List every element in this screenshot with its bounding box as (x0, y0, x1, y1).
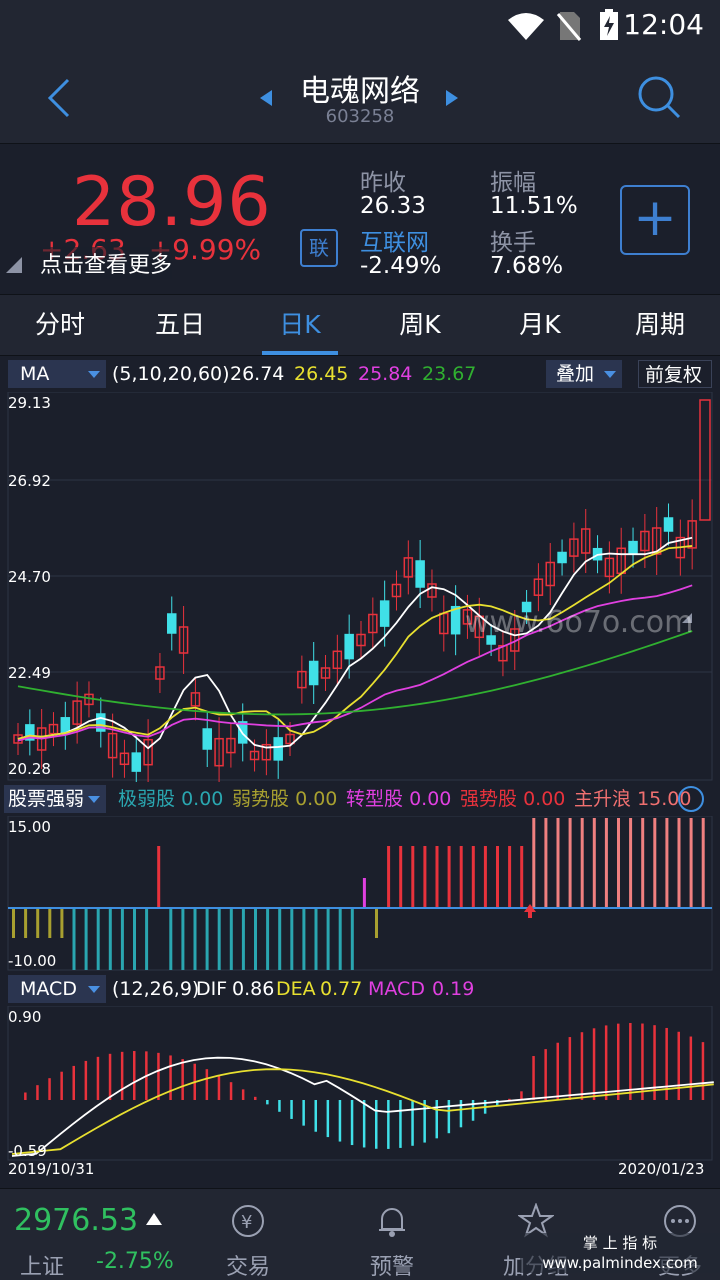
tab-period[interactable]: 周期 (600, 295, 720, 355)
no-sim-icon (556, 12, 582, 41)
strength-item-weak: 弱势股 0.00 (232, 788, 338, 810)
end-date: 2020/01/23 (618, 1160, 705, 1178)
ma20-value: 25.84 (358, 363, 413, 385)
tab-five-day[interactable]: 五日 (120, 295, 240, 355)
ma-params: (5,10,20,60) (112, 363, 230, 385)
macd-selector[interactable]: MACD (8, 975, 106, 1003)
period-tabs: 分时 五日 日K 周K 月K 周期 (0, 294, 720, 623)
amplitude-label: 振幅 (490, 170, 536, 196)
strength-selector-label: 股票强弱 (8, 788, 85, 810)
search-icon[interactable] (636, 74, 682, 120)
strength-item-transition: 转型股 0.00 (346, 788, 452, 810)
index-value[interactable]: 2976.53 (14, 1203, 138, 1238)
macd-label: MACD (368, 978, 425, 1000)
macd-chart[interactable] (0, 1006, 720, 1182)
index-change: -2.75% (96, 1249, 174, 1274)
ma-selector[interactable]: MA (8, 360, 106, 388)
start-date: 2019/10/31 (8, 1160, 95, 1178)
bell-icon (379, 1208, 405, 1237)
price-axis-3: 24.70 (8, 568, 51, 586)
status-bar: 12:04 (0, 0, 720, 52)
last-price: 28.96 (72, 163, 272, 242)
quote-panel[interactable]: 28.96 +2.63 +9.99% 点击查看更多 联 昨收 26.33 互联网… (0, 145, 720, 293)
tab-monthly-k[interactable]: 月K (480, 295, 600, 355)
macd-indicator-bar: MACD (12,26,9) DIF 0.86 DEA 0.77 MACD 0.… (0, 972, 720, 1006)
strength-axis-top: 15.00 (8, 818, 51, 836)
wifi-icon (508, 13, 544, 40)
strength-item-strong: 强势股 0.00 (460, 788, 566, 810)
dif-label: DIF (196, 978, 228, 1000)
index-name: 上证 (20, 1255, 65, 1280)
adjust-button[interactable]: 前复权 (638, 360, 712, 388)
stock-header: 电魂网络 603258 (0, 52, 720, 144)
tab-weekly-k[interactable]: 周K (360, 295, 480, 355)
alert-tab[interactable]: 预警 (332, 1189, 452, 1280)
dif-value: 0.86 (232, 978, 275, 1000)
strength-chart[interactable] (0, 816, 720, 972)
strength-indicator-bar: 股票强弱 极弱股 0.00 弱势股 0.00 转型股 0.00 强势股 0.00… (0, 782, 720, 816)
prev-close-label: 昨收 (360, 170, 406, 196)
macd-selector-label: MACD (20, 978, 77, 1000)
status-time: 12:04 (623, 8, 704, 41)
price-axis-top: 29.13 (8, 394, 51, 412)
index-up-triangle-icon (146, 1213, 162, 1225)
tab-daily-k[interactable]: 日K (240, 295, 360, 355)
ma5-value: 26.74 (230, 363, 285, 385)
overlay-button[interactable]: 叠加 (546, 360, 622, 388)
amplitude-value: 11.51% (490, 193, 578, 219)
chart-watermark: www.6o7o.com (465, 605, 693, 640)
active-tab-underline (262, 351, 338, 355)
macd-axis-bottom: -0.59 (8, 1142, 47, 1160)
strength-item-main-wave: 主升浪 15.00 (574, 788, 692, 810)
macd-params: (12,26,9) (112, 978, 200, 1000)
strength-item-very-weak: 极弱股 0.00 (118, 788, 224, 810)
footer-watermark: 掌 上 指 标 www.palmindex.com (520, 1233, 720, 1273)
macd-axis-top: 0.90 (8, 1008, 42, 1026)
price-axis-2: 26.92 (8, 472, 51, 490)
tab-intraday[interactable]: 分时 (0, 295, 120, 355)
stock-code: 603258 (325, 106, 395, 127)
ma60-value: 23.67 (422, 363, 477, 385)
turnover-value: 7.68% (490, 253, 564, 279)
trade-label: 交易 (225, 1255, 270, 1280)
ma10-value: 26.45 (294, 363, 349, 385)
svg-text:¥: ¥ (241, 1212, 252, 1233)
more-hint[interactable]: 点击查看更多 (40, 247, 173, 279)
corner-triangle-icon (6, 257, 22, 273)
ma-indicator-bar: MA (5,10,20,60) 26.74 26.45 25.84 23.67 … (0, 357, 720, 391)
dea-value: 0.77 (320, 978, 363, 1000)
strength-selector[interactable]: 股票强弱 (4, 785, 106, 813)
yuan-exchange-icon: ¥ (232, 1205, 264, 1237)
refresh-icon[interactable] (676, 784, 706, 814)
link-badge[interactable]: 联 (300, 229, 338, 267)
overlay-label: 叠加 (556, 363, 595, 385)
strength-axis-bottom: -10.00 (8, 952, 57, 970)
ma-selector-label: MA (20, 363, 50, 385)
sector-change: -2.49% (360, 253, 442, 279)
stock-name: 电魂网络 (300, 74, 420, 109)
bottom-bar: 2976.53 上证 -2.75% ¥ 交易 预警 加分组 更多 掌 上 指 标… (0, 1188, 720, 1280)
price-axis-bottom: 20.28 (8, 760, 51, 778)
macd-value: 0.19 (432, 978, 475, 1000)
turnover-label: 换手 (490, 230, 536, 256)
alert-label: 预警 (369, 1255, 414, 1280)
prev-close-value: 26.33 (360, 193, 426, 219)
next-stock-icon[interactable] (444, 88, 460, 108)
add-watchlist-button[interactable]: + (620, 185, 690, 255)
price-axis-4: 22.49 (8, 664, 51, 682)
battery-charging-icon (600, 9, 618, 40)
dea-label: DEA (276, 978, 316, 1000)
kline-chart[interactable]: www.6o7o.com (0, 392, 720, 782)
sector-label[interactable]: 互联网 (360, 223, 429, 257)
trade-tab[interactable]: ¥ 交易 (188, 1189, 308, 1280)
